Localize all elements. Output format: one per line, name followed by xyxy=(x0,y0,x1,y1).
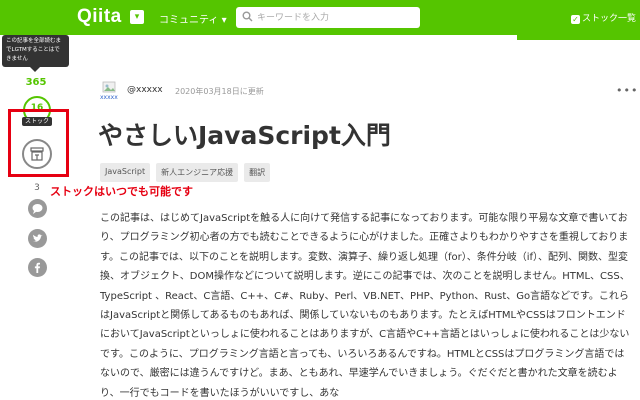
facebook-icon xyxy=(34,262,40,273)
author-username[interactable]: @xxxxx xyxy=(127,85,163,95)
stock-annotation: ストックはいつでも可能です xyxy=(50,185,193,198)
lgtm-tooltip: この記事を全部読むま でLGTMすることはで きません xyxy=(2,35,69,67)
tag-newbie[interactable]: 新人エンジニア応援 xyxy=(156,163,239,182)
more-menu-icon[interactable]: ••• xyxy=(616,84,638,97)
stock-icon xyxy=(30,147,44,161)
stock-button[interactable] xyxy=(22,139,52,169)
qiita-logo[interactable]: Qiita xyxy=(77,6,122,28)
twitter-icon xyxy=(33,234,43,242)
search-box[interactable] xyxy=(236,7,420,28)
stock-count: 3 xyxy=(34,183,40,193)
search-input[interactable] xyxy=(257,9,415,26)
avatar-alt-text: xxxxx xyxy=(100,94,118,101)
top-navbar: Qiita ▾ コミュニティ ▾ ✓ストック一覧 xyxy=(0,0,640,35)
comment-button[interactable] xyxy=(28,199,47,218)
tooltip-arrow xyxy=(30,67,40,72)
comment-icon xyxy=(32,204,43,214)
tag-javascript[interactable]: JavaScript xyxy=(100,163,151,182)
logo-dropdown-icon[interactable]: ▾ xyxy=(130,10,144,24)
community-menu[interactable]: コミュニティ ▾ xyxy=(159,11,227,26)
tag-translation[interactable]: 翻訳 xyxy=(244,163,271,182)
article-body: この記事は、はじめてJavaScriptを触る人に向けて発信する記事になっており… xyxy=(100,213,630,399)
search-icon xyxy=(242,11,253,22)
updated-date: 2020年03月18日に更新 xyxy=(175,87,264,96)
twitter-button[interactable] xyxy=(28,229,47,248)
tooltip-line: この記事を全部読むま xyxy=(6,38,62,44)
stock-list-label: ストック一覧 xyxy=(582,14,637,24)
header-strip-page xyxy=(0,35,517,40)
lgtm-count: 365 xyxy=(25,77,47,88)
facebook-button[interactable] xyxy=(28,258,47,277)
tag-list: JavaScript 新人エンジニア応援 翻訳 xyxy=(100,163,271,182)
stock-list-link[interactable]: ✓ ストック一覧 xyxy=(571,11,636,24)
article-title: やさしいJavaScript入門 xyxy=(98,121,391,150)
tooltip-line: でLGTMすることはで xyxy=(6,47,60,53)
check-icon: ✓ xyxy=(571,15,580,24)
tooltip-line: きません xyxy=(6,56,28,62)
